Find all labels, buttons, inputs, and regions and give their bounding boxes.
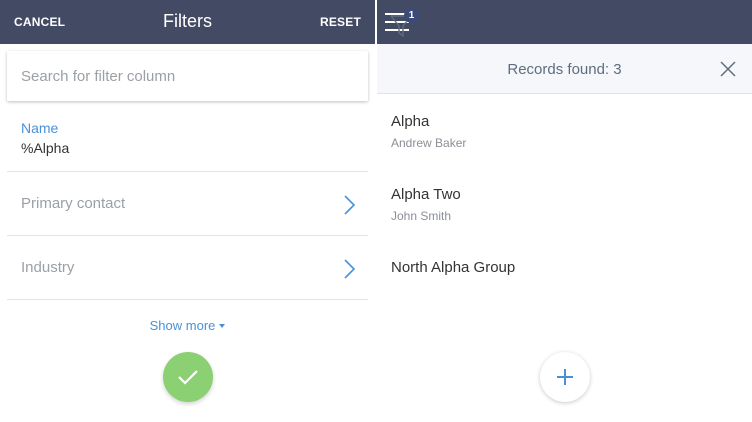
record-title: Alpha — [391, 113, 430, 130]
filters-title: Filters — [163, 11, 212, 31]
show-more-label: Show more — [149, 318, 216, 333]
record-title: North Alpha Group — [391, 259, 516, 276]
records-panel: 1 Records found: 3 Alpha Andrew Baker Al… — [377, 0, 752, 422]
chevron-right-icon — [344, 195, 356, 215]
filters-panel: CANCEL Filters RESET Name %Alpha Primary… — [0, 0, 375, 422]
filters-header: CANCEL Filters RESET — [0, 0, 375, 44]
filter-column-search-input[interactable] — [7, 51, 368, 101]
list-item[interactable]: North Alpha Group — [391, 259, 741, 276]
industry-filter[interactable]: Industry — [7, 236, 368, 300]
list-item[interactable]: Alpha Two John Smith — [391, 186, 741, 223]
filter-column-search — [7, 51, 368, 101]
add-record-button[interactable] — [540, 352, 590, 402]
chevron-right-icon — [344, 259, 356, 279]
primary-contact-filter-label: Primary contact — [21, 195, 126, 212]
primary-contact-filter[interactable]: Primary contact — [7, 172, 368, 236]
records-header — [377, 0, 752, 44]
name-filter-value: %Alpha — [21, 140, 70, 156]
record-title: Alpha Two — [391, 186, 461, 203]
caret-down-icon — [219, 324, 226, 328]
checkmark-icon — [178, 370, 198, 385]
close-icon[interactable] — [720, 61, 736, 77]
reset-button[interactable]: RESET — [320, 15, 361, 29]
record-subtitle: John Smith — [391, 209, 452, 223]
name-filter-label: Name — [21, 120, 59, 136]
filter-count-badge: 1 — [404, 8, 419, 23]
list-item[interactable]: Alpha Andrew Baker — [391, 113, 741, 150]
records-found-text: Records found: 3 — [507, 61, 622, 78]
apply-filters-button[interactable] — [163, 352, 213, 402]
name-filter[interactable]: Name %Alpha — [7, 108, 368, 172]
show-more-link[interactable]: Show more — [0, 318, 375, 333]
industry-filter-label: Industry — [21, 259, 75, 276]
plus-icon — [557, 369, 573, 385]
record-subtitle: Andrew Baker — [391, 136, 467, 150]
